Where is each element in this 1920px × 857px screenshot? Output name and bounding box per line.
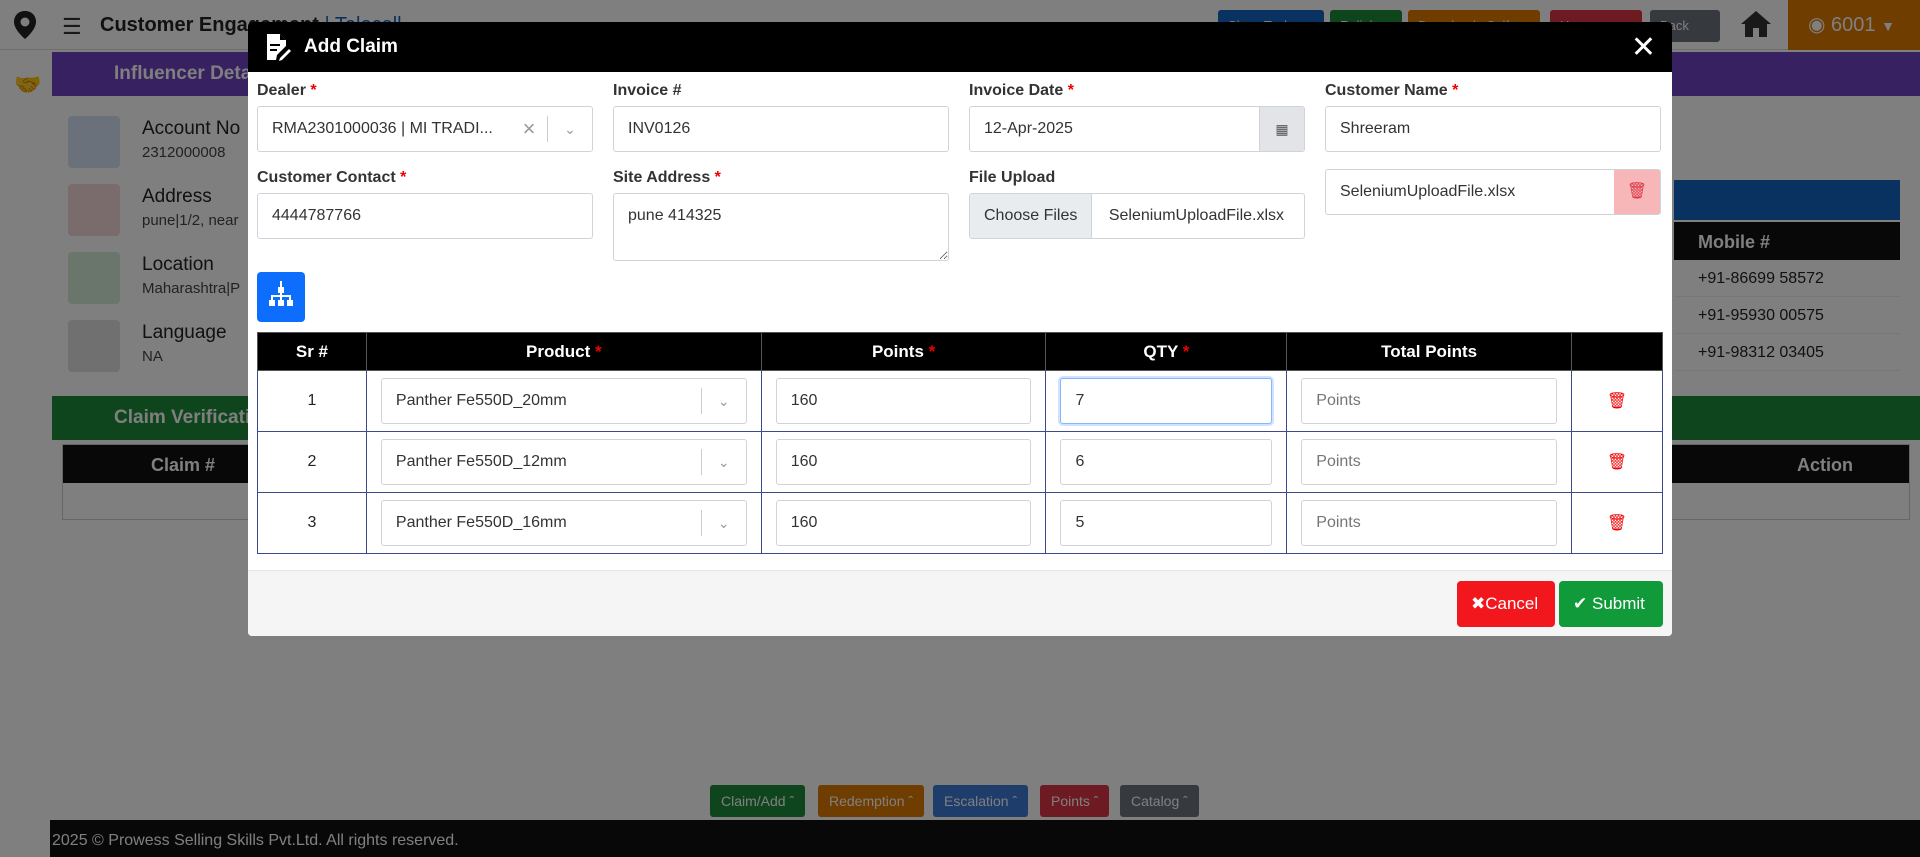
product-select[interactable]: Panther Fe550D_12mm ⌄ <box>380 439 747 485</box>
product-table-header: Sr # Product * Points * QTY * Total Poin… <box>257 332 1663 371</box>
cancel-button[interactable]: ✖Cancel <box>1457 581 1555 627</box>
total-points-input[interactable] <box>1301 378 1557 424</box>
row-sr: 1 <box>257 370 367 432</box>
table-row: 1 Panther Fe550D_20mm ⌄ 🗑 <box>257 370 1663 432</box>
chevron-down-icon[interactable]: ⌄ <box>548 107 592 151</box>
total-points-input[interactable] <box>1301 500 1557 546</box>
site-address-label: Site Address <box>613 169 711 186</box>
file-upload-input[interactable]: Choose Files SeleniumUploadFile.xlsx <box>969 193 1305 239</box>
points-input[interactable] <box>775 500 1032 546</box>
modal-footer: ✖Cancel ✔ Submit <box>248 570 1672 636</box>
header-points: Points * <box>760 332 1047 371</box>
customer-contact-input[interactable] <box>257 193 593 239</box>
delete-file-button[interactable]: 🗑 <box>1614 170 1660 214</box>
table-row: 3 Panther Fe550D_16mm ⌄ 🗑 <box>257 492 1663 554</box>
dealer-group: Dealer * RMA2301000036 | MI TRADI... × ⌄ <box>257 82 593 152</box>
delete-row-trash-icon[interactable]: 🗑 <box>1607 515 1627 532</box>
invoice-date-value: 12-Apr-2025 <box>984 120 1073 137</box>
chosen-file-name: SeleniumUploadFile.xlsx <box>1108 207 1285 224</box>
modal-header: Add Claim ✕ <box>248 22 1672 72</box>
cancel-label: Cancel <box>1485 594 1539 613</box>
invoice-no-label: Invoice # <box>613 82 682 99</box>
row-sr: 2 <box>257 431 367 493</box>
add-claim-modal: Add Claim ✕ Dealer * RMA2301000036 | MI … <box>248 22 1672 636</box>
total-points-input[interactable] <box>1301 439 1557 485</box>
uploaded-file-field: SeleniumUploadFile.xlsx 🗑 <box>1325 169 1661 215</box>
invoice-date-group: Invoice Date * 12-Apr-2025 ▦ <box>969 82 1305 152</box>
dealer-select[interactable]: RMA2301000036 | MI TRADI... × ⌄ <box>257 106 593 152</box>
invoice-no-input[interactable] <box>613 106 949 152</box>
customer-name-input[interactable] <box>1325 106 1661 152</box>
customer-contact-label: Customer Contact <box>257 169 396 186</box>
calendar-icon[interactable]: ▦ <box>1259 107 1304 151</box>
invoice-no-group: Invoice # <box>613 82 949 152</box>
header-sr: Sr # <box>257 332 367 371</box>
site-address-textarea[interactable]: pune 414325 <box>613 193 949 261</box>
product-value: Panther Fe550D_20mm <box>395 392 567 409</box>
header-qty: QTY * <box>1045 332 1288 371</box>
clear-icon[interactable]: × <box>511 107 547 151</box>
close-icon: ✖ <box>1471 594 1486 613</box>
edit-document-icon <box>267 34 291 61</box>
product-value: Panther Fe550D_16mm <box>395 514 567 531</box>
submit-label: Submit <box>1591 594 1645 613</box>
site-address-group: Site Address * pune 414325 <box>613 169 949 265</box>
qty-input[interactable] <box>1060 378 1273 424</box>
delete-row-trash-icon[interactable]: 🗑 <box>1607 393 1627 410</box>
product-value: Panther Fe550D_12mm <box>395 453 567 470</box>
invoice-date-input[interactable]: 12-Apr-2025 ▦ <box>969 106 1305 152</box>
trash-icon: 🗑 <box>1626 183 1648 200</box>
chevron-down-icon[interactable]: ⌄ <box>702 440 746 484</box>
qty-input[interactable] <box>1060 439 1273 485</box>
header-action <box>1571 332 1663 371</box>
delete-row-trash-icon[interactable]: 🗑 <box>1607 454 1627 471</box>
chevron-down-icon[interactable]: ⌄ <box>702 379 746 423</box>
dealer-label: Dealer <box>257 82 306 99</box>
qty-input[interactable] <box>1060 500 1273 546</box>
file-upload-label: File Upload <box>969 169 1056 186</box>
uploaded-file-name: SeleniumUploadFile.xlsx <box>1340 183 1516 200</box>
row-sr: 3 <box>257 492 367 554</box>
points-input[interactable] <box>775 439 1032 485</box>
header-total-points: Total Points <box>1286 332 1572 371</box>
dealer-value: RMA2301000036 | MI TRADI... <box>272 120 493 137</box>
product-select[interactable]: Panther Fe550D_20mm ⌄ <box>380 378 747 424</box>
chevron-down-icon[interactable]: ⌄ <box>702 501 746 545</box>
file-upload-group: File Upload Choose Files SeleniumUploadF… <box>969 169 1305 239</box>
table-row: 2 Panther Fe550D_12mm ⌄ 🗑 <box>257 431 1663 493</box>
modal-title: Add Claim <box>304 36 398 57</box>
points-input[interactable] <box>775 378 1032 424</box>
header-product: Product * <box>365 332 762 371</box>
customer-name-label: Customer Name <box>1325 82 1448 99</box>
product-table: Sr # Product * Points * QTY * Total Poin… <box>257 332 1663 554</box>
close-icon[interactable]: ✕ <box>1631 30 1656 65</box>
add-row-button[interactable] <box>257 272 305 322</box>
uploaded-file-group: SeleniumUploadFile.xlsx 🗑 <box>1325 169 1661 215</box>
invoice-date-label: Invoice Date <box>969 82 1064 99</box>
product-select[interactable]: Panther Fe550D_16mm ⌄ <box>380 500 747 546</box>
customer-name-group: Customer Name * <box>1325 82 1661 152</box>
customer-contact-group: Customer Contact * <box>257 169 593 239</box>
submit-button[interactable]: ✔ Submit <box>1559 581 1663 627</box>
choose-files-button[interactable]: Choose Files <box>970 194 1093 238</box>
add-sitemap-icon <box>269 281 293 306</box>
check-icon: ✔ <box>1573 594 1588 613</box>
